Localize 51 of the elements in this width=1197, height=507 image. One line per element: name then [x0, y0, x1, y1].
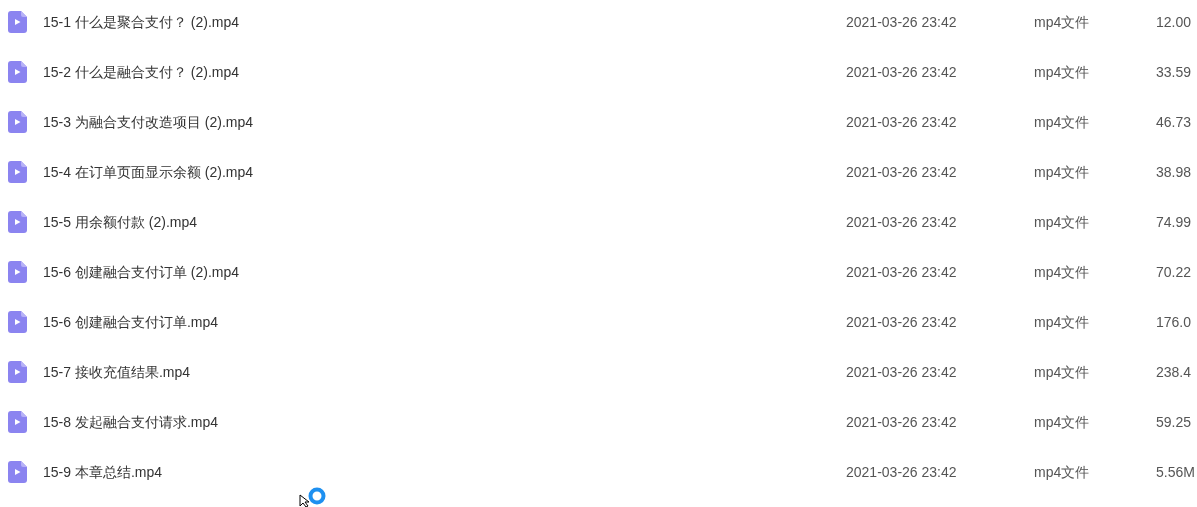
file-name[interactable]: 15-3 为融合支付改造项目 (2).mp4 [43, 111, 846, 133]
file-type: mp4文件 [1034, 212, 1091, 232]
file-name[interactable]: 15-4 在订单页面显示余额 (2).mp4 [43, 161, 846, 183]
file-name[interactable]: 15-9 本章总结.mp4 [43, 461, 846, 483]
file-type: mp4文件 [1034, 12, 1091, 32]
modified-date: 2021-03-26 23:42 [846, 112, 958, 132]
file-name[interactable]: 15-6 创建融合支付订单 (2).mp4 [43, 261, 846, 283]
file-name[interactable]: 15-7 接收充值结果.mp4 [43, 361, 846, 383]
file-type: mp4文件 [1034, 362, 1091, 382]
video-file-icon [8, 311, 27, 333]
video-file-icon [8, 111, 27, 133]
file-name[interactable]: 15-5 用余额付款 (2).mp4 [43, 211, 846, 233]
modified-date: 2021-03-26 23:42 [846, 362, 958, 382]
file-size: 5.56M [1156, 462, 1195, 482]
file-size: 12.00 [1156, 12, 1192, 32]
file-name[interactable]: 15-2 什么是融合支付？ (2).mp4 [43, 61, 846, 83]
file-name[interactable]: 15-1 什么是聚合支付？ (2).mp4 [43, 11, 846, 33]
file-type: mp4文件 [1034, 262, 1091, 282]
file-type: mp4文件 [1034, 62, 1091, 82]
file-name[interactable]: 15-6 创建融合支付订单.mp4 [43, 311, 846, 333]
modified-date: 2021-03-26 23:42 [846, 412, 958, 432]
modified-date: 2021-03-26 23:42 [846, 262, 958, 282]
file-type: mp4文件 [1034, 162, 1091, 182]
file-size: 74.99 [1156, 212, 1192, 232]
video-file-icon [8, 261, 27, 283]
modified-date: 2021-03-26 23:42 [846, 312, 958, 332]
file-size: 176.0 [1156, 312, 1192, 332]
file-type: mp4文件 [1034, 462, 1091, 482]
file-size: 70.22 [1156, 262, 1192, 282]
video-file-icon [8, 411, 27, 433]
video-file-icon [8, 361, 27, 383]
file-size: 38.98 [1156, 162, 1192, 182]
video-file-icon [8, 461, 27, 483]
file-size: 46.73 [1156, 112, 1192, 132]
loading-spinner-icon [308, 487, 326, 505]
file-name[interactable]: 15-8 发起融合支付请求.mp4 [43, 411, 846, 433]
file-size: 238.4 [1156, 362, 1192, 382]
modified-date: 2021-03-26 23:42 [846, 212, 958, 232]
video-file-icon [8, 61, 27, 83]
file-type: mp4文件 [1034, 412, 1091, 432]
file-type: mp4文件 [1034, 312, 1091, 332]
file-size: 33.59 [1156, 62, 1192, 82]
video-file-icon [8, 161, 27, 183]
video-file-icon [8, 11, 27, 33]
modified-date: 2021-03-26 23:42 [846, 462, 958, 482]
file-size: 59.25 [1156, 412, 1192, 432]
modified-date: 2021-03-26 23:42 [846, 62, 958, 82]
video-file-icon [8, 211, 27, 233]
modified-date: 2021-03-26 23:42 [846, 12, 958, 32]
file-type: mp4文件 [1034, 112, 1091, 132]
modified-date: 2021-03-26 23:42 [846, 162, 958, 182]
